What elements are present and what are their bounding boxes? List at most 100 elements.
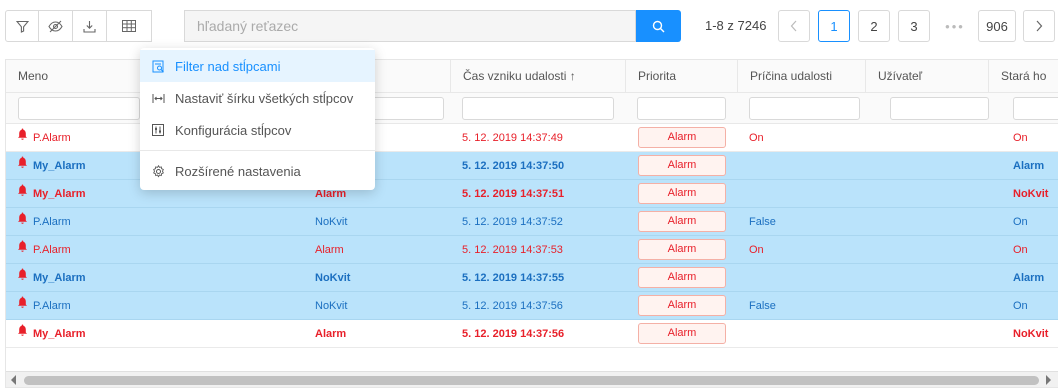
cell-cas: 5. 12. 2019 14:37:55: [462, 272, 565, 284]
cell-meno: P.Alarm: [18, 236, 71, 264]
cell-stara: On: [1013, 216, 1028, 228]
cell-stara: NoKvit: [1013, 188, 1049, 200]
cell-cas: 5. 12. 2019 14:37:50: [462, 160, 565, 172]
column-header-meno[interactable]: Meno: [6, 60, 142, 93]
column-header-stara[interactable]: Stará ho: [988, 60, 1058, 93]
menu-item-label: Nastaviť šírku všetkých stĺpcov: [175, 90, 354, 106]
eye-off-icon: [48, 20, 63, 32]
bell-icon: [18, 151, 27, 179]
pagination-range: 1-8 z 7246: [705, 18, 767, 33]
cell-pricina: On: [749, 132, 764, 144]
cell-meno-text: P.Alarm: [33, 244, 71, 256]
filter-columns-icon: [151, 59, 165, 73]
menu-item-advanced-settings[interactable]: Rozšírené nastavenia: [140, 155, 375, 187]
cell-stav: Alarm: [315, 244, 344, 256]
search-button[interactable]: [636, 10, 681, 42]
cell-pricina: False: [749, 216, 776, 228]
bell-icon: [18, 263, 27, 291]
last-page-button[interactable]: 906: [978, 10, 1016, 42]
table-icon: [122, 20, 136, 32]
cell-meno: My_Alarm: [18, 152, 86, 180]
bell-icon: [18, 235, 27, 263]
menu-item-column-width[interactable]: Nastaviť šírku všetkých stĺpcov: [140, 82, 375, 114]
cell-meno-text: P.Alarm: [33, 132, 71, 144]
next-page-button[interactable]: [1023, 10, 1055, 42]
cell-stav: NoKvit: [315, 300, 348, 312]
filter-input-cas[interactable]: [462, 97, 614, 120]
table-settings-menu: Filter nad stĺpcami Nastaviť šírku všetk…: [140, 48, 375, 190]
cell-pricina: False: [749, 300, 776, 312]
download-icon: [83, 20, 96, 33]
scrollbar-thumb[interactable]: [24, 376, 1039, 385]
search-input[interactable]: [184, 10, 636, 42]
bell-icon: [18, 123, 27, 151]
bell-icon: [18, 207, 27, 235]
table-row[interactable]: My_Alarm Alarm 5. 12. 2019 14:37:56 Alarm No…: [6, 320, 1058, 348]
search-icon: [652, 20, 665, 32]
cell-meno: My_Alarm: [18, 180, 86, 208]
horizontal-scrollbar[interactable]: [6, 371, 1058, 387]
filter-input-pricina[interactable]: [749, 97, 860, 120]
filter-button[interactable]: [5, 10, 39, 42]
filter-input-meno[interactable]: [18, 97, 140, 120]
cell-stara: On: [1013, 300, 1028, 312]
table-row[interactable]: P.Alarm NoKvit 5. 12. 2019 14:37:56 Alarm Fa…: [6, 292, 1058, 320]
cell-stav: Alarm: [315, 328, 347, 340]
cell-meno: P.Alarm: [18, 124, 71, 152]
chevron-left-icon: [790, 20, 797, 32]
table-row[interactable]: P.Alarm NoKvit 5. 12. 2019 14:37:52 Alarm Fa…: [6, 208, 1058, 236]
cell-meno-text: My_Alarm: [33, 160, 86, 172]
cell-meno: P.Alarm: [18, 208, 71, 236]
menu-item-column-config[interactable]: Konfigurácia stĺpcov: [140, 114, 375, 146]
column-header-cas[interactable]: Čas vzniku udalosti ↑: [450, 60, 625, 93]
cell-meno-text: My_Alarm: [33, 328, 86, 340]
bell-icon: [18, 319, 27, 347]
column-header-priorita[interactable]: Priorita: [625, 60, 737, 93]
filter-input-stara[interactable]: [1013, 97, 1058, 120]
filter-input-priorita[interactable]: [637, 97, 726, 120]
page-2-button[interactable]: 2: [858, 10, 890, 42]
menu-divider: [140, 150, 375, 151]
export-button[interactable]: [73, 10, 107, 42]
gear-icon: [151, 164, 165, 178]
priority-badge: Alarm: [638, 295, 726, 316]
priority-badge: Alarm: [638, 267, 726, 288]
cell-cas: 5. 12. 2019 14:37:52: [462, 216, 563, 228]
priority-badge: Alarm: [638, 323, 726, 344]
scroll-right-icon[interactable]: [1046, 375, 1051, 385]
cell-cas: 5. 12. 2019 14:37:56: [462, 300, 563, 312]
prev-page-button[interactable]: [778, 10, 810, 42]
cell-meno-text: P.Alarm: [33, 300, 71, 312]
priority-badge: Alarm: [638, 211, 726, 232]
column-header-pricina[interactable]: Príčina udalosti: [737, 60, 865, 93]
column-width-icon: [151, 91, 165, 105]
toolbar: [5, 10, 152, 42]
bell-icon: [18, 291, 27, 319]
column-header-uzivatel[interactable]: Užívateľ: [865, 60, 988, 93]
column-config-icon: [151, 123, 165, 137]
priority-badge: Alarm: [638, 183, 726, 204]
cell-cas: 5. 12. 2019 14:37:56: [462, 328, 565, 340]
page-3-button[interactable]: 3: [898, 10, 930, 42]
table-row[interactable]: My_Alarm NoKvit 5. 12. 2019 14:37:55 Alarm A…: [6, 264, 1058, 292]
table-row[interactable]: P.Alarm Alarm 5. 12. 2019 14:37:53 Alarm On O…: [6, 236, 1058, 264]
menu-item-column-filter[interactable]: Filter nad stĺpcami: [140, 50, 375, 82]
cell-stara: On: [1013, 244, 1028, 256]
filter-icon: [15, 20, 29, 33]
cell-meno-text: My_Alarm: [33, 272, 86, 284]
menu-item-label: Rozšírené nastavenia: [175, 163, 301, 179]
filter-input-uzivatel[interactable]: [890, 97, 989, 120]
bell-icon: [18, 179, 27, 207]
priority-badge: Alarm: [638, 239, 726, 260]
cell-cas: 5. 12. 2019 14:37:51: [462, 188, 565, 200]
scroll-left-icon[interactable]: [11, 375, 16, 385]
priority-badge: Alarm: [638, 127, 726, 148]
cell-meno: P.Alarm: [18, 292, 71, 320]
columns-button[interactable]: [107, 10, 152, 42]
cell-pricina: On: [749, 244, 764, 256]
hide-button[interactable]: [39, 10, 73, 42]
cell-cas: 5. 12. 2019 14:37:53: [462, 244, 563, 256]
page-1-button[interactable]: 1: [818, 10, 850, 42]
cell-meno-text: P.Alarm: [33, 216, 71, 228]
pagination-ellipsis[interactable]: •••: [938, 10, 972, 42]
